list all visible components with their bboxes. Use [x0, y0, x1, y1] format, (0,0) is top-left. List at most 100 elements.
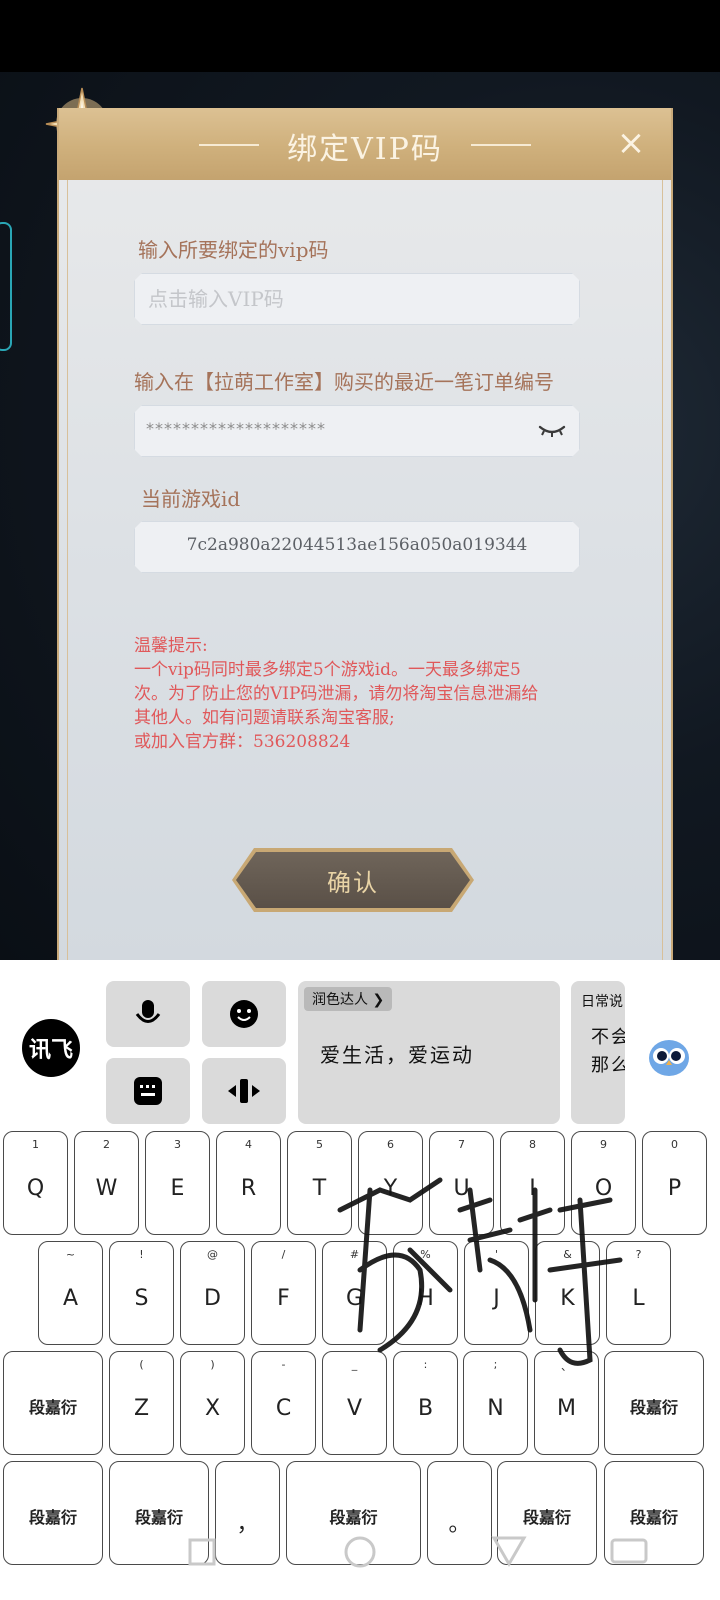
key-label: G [345, 1286, 364, 1311]
key-hint: ' [494, 1248, 499, 1261]
key-hint: ) [210, 1358, 215, 1371]
key-。[interactable]: 。 [427, 1461, 492, 1565]
key-W[interactable]: 2W [74, 1131, 139, 1235]
key-X[interactable]: ) X [180, 1351, 245, 1455]
game-id-label: 当前游戏id [141, 487, 241, 511]
key-，[interactable]: ， [215, 1461, 280, 1565]
key-Y[interactable]: 6Y [358, 1131, 423, 1235]
notice-line: 温馨提示: [134, 636, 208, 656]
microphone-icon [135, 1000, 161, 1023]
game-id-value: 7c2a980a22044513ae156a050a019344 [186, 535, 528, 555]
key-P[interactable]: 0P [642, 1131, 707, 1235]
key-O[interactable]: 9O [571, 1131, 636, 1235]
vip-code-field[interactable] [134, 273, 580, 325]
key-label: Z [133, 1396, 150, 1421]
key-label: M [557, 1396, 576, 1421]
key-C[interactable]: -C [251, 1351, 316, 1455]
key-label: C [275, 1396, 292, 1421]
key-label: Q [26, 1176, 45, 1201]
key-E[interactable]: 3E [145, 1131, 210, 1235]
ifly-logo[interactable]: 讯飞 [22, 1019, 80, 1077]
key-hint: / [281, 1248, 286, 1261]
close-icon[interactable]: × [613, 126, 649, 162]
header-ornament-right [471, 144, 531, 146]
key-label: 段嘉衍 [629, 1508, 678, 1527]
key-G[interactable]: # G [322, 1241, 387, 1345]
notice-text: 温馨提示: 一个vip码同时最多绑定5个游戏id。一天最多绑定5 次。为了防止您… [134, 634, 594, 754]
key-H[interactable]: % H [393, 1241, 458, 1345]
key-label: ， [236, 1512, 259, 1537]
key-B[interactable]: :B [393, 1351, 458, 1455]
key-K[interactable]: & K [535, 1241, 600, 1345]
key-hint: ! [139, 1248, 144, 1261]
input-method-keyboard: 讯飞 润色达人 ❯ 爱生活，爱运动 日常说 不会 那么 1 Q 2 W 3 E … [0, 960, 720, 1600]
key-hint: # [349, 1248, 360, 1261]
key-label: X [204, 1396, 221, 1421]
key-R[interactable]: 4R [216, 1131, 281, 1235]
confirm-button-label: 确认 [327, 868, 379, 897]
key-label: H [417, 1286, 434, 1311]
key-label: L [632, 1286, 645, 1311]
daily-phrase-card[interactable]: 日常说 不会 那么 [571, 981, 625, 1124]
key-段嘉衍[interactable]: 段嘉衍 [3, 1461, 103, 1565]
key-label: 段嘉衍 [28, 1508, 77, 1527]
key-段嘉衍[interactable]: 段嘉衍 [3, 1351, 103, 1455]
key-hint: ? [635, 1248, 642, 1261]
key-hint: 7 [458, 1138, 465, 1151]
key-hint: ( [139, 1358, 144, 1371]
emoji-button[interactable] [202, 981, 286, 1047]
order-number-label: 输入在【拉萌工作室】购买的最近一笔订单编号 [134, 370, 554, 394]
key-hint: : [423, 1358, 428, 1371]
dialog-title: 绑定VIP码 [287, 132, 443, 167]
key-Q[interactable]: 1Q [3, 1131, 68, 1235]
key-hint: % [420, 1248, 431, 1261]
key-段嘉衍[interactable]: 段嘉衍 [604, 1351, 704, 1455]
key-label: E [170, 1176, 185, 1201]
daily-line-2: 那么 [591, 1055, 625, 1076]
key-A[interactable]: ~ A [38, 1241, 103, 1345]
key-label: B [417, 1396, 434, 1421]
owl-assistant-icon[interactable] [644, 1030, 694, 1080]
key-hint: 4 [245, 1138, 252, 1151]
key-label: T [312, 1176, 327, 1201]
keyboard-icon [134, 1077, 162, 1105]
key-M[interactable]: 、 M [534, 1351, 599, 1455]
confirm-button[interactable]: 确认 [236, 852, 470, 908]
key-段嘉衍[interactable]: 段嘉衍 [497, 1461, 597, 1565]
keyboard-switch-button[interactable] [106, 1058, 190, 1124]
voice-button[interactable] [106, 981, 190, 1047]
key-V[interactable]: _ V [322, 1351, 387, 1455]
key-label: S [134, 1286, 149, 1311]
eye-closed-icon[interactable] [538, 421, 566, 441]
key-N[interactable]: ; N [463, 1351, 528, 1455]
key-S[interactable]: ! S [109, 1241, 174, 1345]
key-L[interactable]: ? L [606, 1241, 671, 1345]
key-I[interactable]: 8I [500, 1131, 565, 1235]
polish-suggestion-text: 爱生活，爱运动 [320, 1043, 474, 1067]
key-hint: 9 [600, 1138, 607, 1151]
side-tab[interactable] [0, 222, 12, 351]
key-hint: 0 [671, 1138, 678, 1151]
vip-code-input[interactable] [134, 273, 580, 325]
key-段嘉衍[interactable]: 段嘉衍 [109, 1461, 209, 1565]
key-label: O [594, 1176, 613, 1201]
key-label: U [453, 1176, 470, 1201]
cursor-button[interactable] [202, 1058, 286, 1124]
key-Z[interactable]: (Z [109, 1351, 174, 1455]
order-number-field[interactable]: ******************** [134, 405, 580, 457]
key-J[interactable]: ' J [464, 1241, 529, 1345]
key-D[interactable]: @ D [180, 1241, 245, 1345]
key-label: Y [383, 1176, 398, 1201]
key-label: R [240, 1176, 257, 1201]
key-段嘉衍[interactable]: 段嘉衍 [604, 1461, 704, 1565]
key-label: 段嘉衍 [134, 1508, 183, 1527]
polish-suggestion-card[interactable]: 润色达人 ❯ 爱生活，爱运动 [298, 981, 560, 1124]
key-T[interactable]: 5T [287, 1131, 352, 1235]
key-段嘉衍[interactable]: 段嘉衍 [286, 1461, 421, 1565]
key-hint: - [281, 1358, 286, 1371]
key-F[interactable]: / F [251, 1241, 316, 1345]
key-label: 段嘉衍 [329, 1508, 378, 1527]
key-hint: 6 [387, 1138, 394, 1151]
key-U[interactable]: 7U [429, 1131, 494, 1235]
notice-line: 其他人。如有问题请联系淘宝客服; [134, 708, 395, 728]
